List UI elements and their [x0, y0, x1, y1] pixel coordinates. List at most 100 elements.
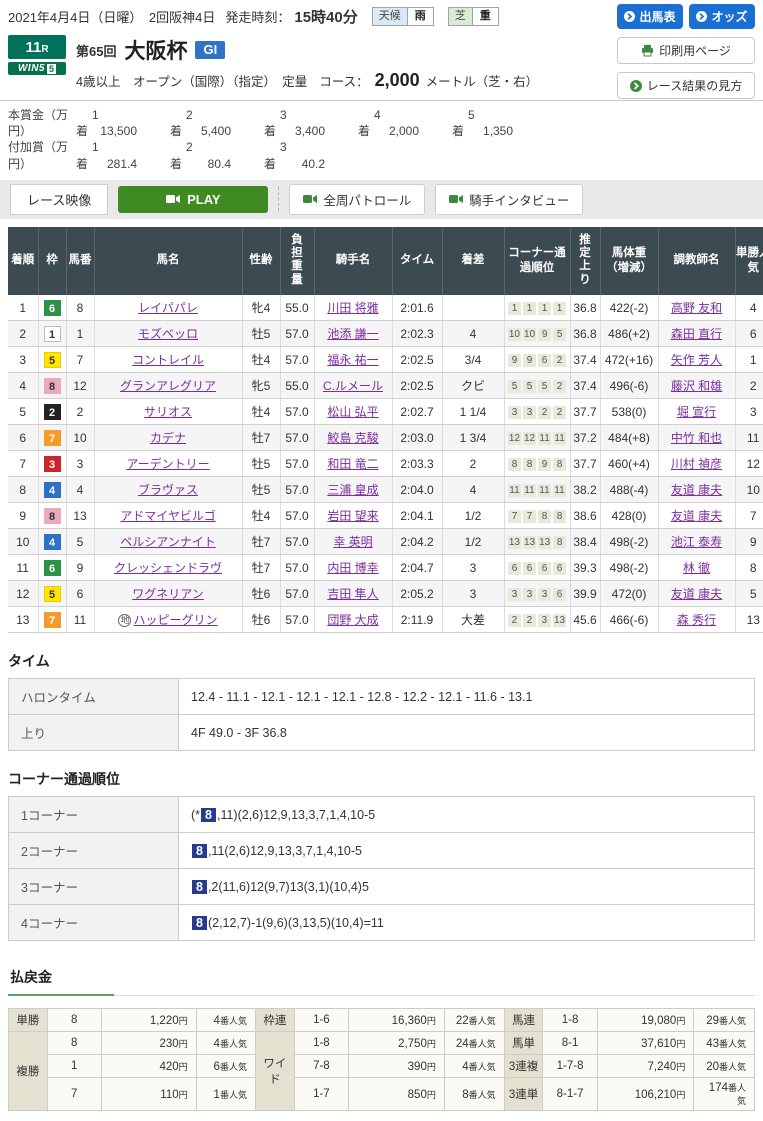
win-favorite: 7 — [735, 503, 763, 529]
yen-suffix: 円 — [427, 1090, 436, 1100]
finish-position: 6 — [8, 425, 38, 451]
trainer-link[interactable]: 友道 康夫 — [671, 509, 722, 523]
payout-type-label: 単勝 — [9, 1009, 48, 1032]
trainer-link[interactable]: 森 秀行 — [677, 613, 716, 627]
popularity-suffix: 番人気 — [469, 1039, 496, 1049]
horse-name-link[interactable]: グランアレグリア — [120, 379, 216, 393]
time-section-title: タイム — [8, 651, 755, 671]
jockey-link[interactable]: 内田 博幸 — [327, 561, 378, 575]
jockey-interview-button[interactable]: 騎手インタビュー — [435, 184, 583, 215]
horse-weight: 472(0) — [600, 581, 658, 607]
jockey-link[interactable]: 三浦 皇成 — [327, 483, 378, 497]
trainer-link[interactable]: 堀 宣行 — [677, 405, 716, 419]
trainer-link[interactable]: 川村 禎彦 — [671, 457, 722, 471]
payout-type-label: 複勝 — [9, 1032, 48, 1111]
arrow-circle-icon — [630, 80, 642, 92]
jockey-link[interactable]: C.ルメール — [323, 379, 383, 393]
win5-logo[interactable]: WIN5 5 — [8, 62, 66, 75]
jockey-link[interactable]: 岩田 望来 — [327, 509, 378, 523]
frame-cell: 8 — [38, 503, 66, 529]
payout-body: 単勝81,220円4番人気枠連1-616,360円22番人気馬連1-819,08… — [9, 1009, 755, 1111]
weather-box: 天候 雨 — [372, 7, 434, 26]
corner-positions: 1313138 — [504, 529, 570, 555]
horse-name-link[interactable]: ワグネリアン — [132, 587, 204, 601]
horse-name-link[interactable]: サリオス — [144, 405, 192, 419]
horse-name-link[interactable]: レイパパレ — [138, 301, 198, 315]
table-row: 6710カデナ牡757.0鮫島 克駿2:03.01 3/41212111137.… — [8, 425, 763, 451]
trainer-link[interactable]: 藤沢 和雄 — [671, 379, 722, 393]
frame-cell: 6 — [38, 295, 66, 321]
horse-name-cell: モズベッロ — [94, 321, 242, 347]
horse-name-link[interactable]: コントレイル — [132, 353, 204, 367]
payout-type-label: 馬連 — [504, 1009, 543, 1032]
trainer-link[interactable]: 高野 友和 — [671, 301, 722, 315]
corner-position: 2 — [553, 406, 566, 419]
corner-order-value: 8(2,12,7)-1(9,6)(3,13,5)(10,4)=11 — [179, 905, 755, 941]
finish-position: 9 — [8, 503, 38, 529]
horse-number: 6 — [66, 581, 94, 607]
horse-name-link[interactable]: クレッシェンドラヴ — [114, 561, 222, 575]
trainer-link[interactable]: 矢作 芳人 — [671, 353, 722, 367]
horse-name-link[interactable]: ブラヴァス — [138, 483, 198, 497]
last-3f: 36.8 — [570, 295, 600, 321]
trainer-link[interactable]: 森田 直行 — [671, 327, 722, 341]
horse-name-link[interactable]: アーデントリー — [126, 457, 209, 471]
jockey-link[interactable]: 松山 弘平 — [327, 405, 378, 419]
horse-name-link[interactable]: アドマイヤビルゴ — [120, 509, 215, 523]
shutsuba-button[interactable]: 出馬表 — [617, 4, 683, 29]
jockey-link[interactable]: 福永 祐一 — [327, 353, 378, 367]
trainer-link[interactable]: 中竹 和也 — [671, 431, 722, 445]
play-button[interactable]: PLAY — [118, 186, 268, 213]
win-favorite: 6 — [735, 321, 763, 347]
column-header: 推定上り — [570, 227, 600, 295]
yen-suffix: 円 — [427, 1062, 436, 1072]
payout-popularity-value: 24 — [456, 1038, 469, 1050]
trainer-link[interactable]: 池江 泰寿 — [671, 535, 722, 549]
corner-position: 3 — [508, 406, 521, 419]
jockey-link[interactable]: 川田 将雅 — [327, 301, 378, 315]
corner-position: 2 — [508, 614, 521, 627]
horse-name-cell: グランアレグリア — [94, 373, 242, 399]
trainer-link[interactable]: 林 徹 — [683, 561, 710, 575]
action-buttons: 出馬表 オッズ 印刷用ページ レース結果の見方 — [617, 4, 755, 99]
column-header: 着順 — [8, 227, 38, 295]
sex-age: 牡6 — [242, 607, 280, 633]
jockey-link[interactable]: 池添 謙一 — [327, 327, 378, 341]
payout-amount-value: 7,240 — [648, 1061, 677, 1073]
horse-weight: 498(-2) — [600, 529, 658, 555]
corner-position: 13 — [508, 536, 521, 549]
patrol-video-button[interactable]: 全周パトロール — [289, 184, 425, 215]
payout-popularity: 4番人気 — [196, 1009, 255, 1032]
corner-positions: 1111 — [504, 295, 570, 321]
prize-amount: 80.4 — [187, 156, 231, 172]
shutsuba-button-label: 出馬表 — [639, 8, 675, 25]
result-guide-label: レース結果の見方 — [647, 77, 742, 94]
trainer-link[interactable]: 友道 康夫 — [671, 483, 722, 497]
prize-item: 1着281.4 — [76, 139, 170, 171]
horse-name-link[interactable]: カデナ — [150, 431, 186, 445]
print-page-button[interactable]: 印刷用ページ — [617, 37, 755, 64]
jockey-link[interactable]: 鮫島 克駿 — [327, 431, 378, 445]
corner-positions: 7788 — [504, 503, 570, 529]
horse-name-link[interactable]: ハッピーグリン — [133, 613, 217, 627]
race-number-suffix: R — [41, 44, 48, 55]
corner-position: 5 — [538, 380, 551, 393]
jockey-link[interactable]: 吉田 隼人 — [327, 587, 378, 601]
corner-position: 11 — [538, 432, 551, 445]
horse-name-link[interactable]: ペルシアンナイト — [120, 535, 216, 549]
payout-amount: 19,080円 — [597, 1009, 694, 1032]
jockey-link[interactable]: 団野 大成 — [327, 613, 378, 627]
odds-button[interactable]: オッズ — [689, 4, 755, 29]
horse-name-link[interactable]: モズベッロ — [138, 327, 198, 341]
corner-order-row: 2コーナー8,11(2,6)12,9,13,3,7,1,4,10-5 — [9, 833, 755, 869]
jockey-link[interactable]: 和田 竜二 — [327, 457, 378, 471]
sex-age: 牡4 — [242, 503, 280, 529]
corner-position: 6 — [508, 562, 521, 575]
race-conditions: 4歳以上 オープン（国際）（指定） 定量 — [76, 71, 307, 90]
result-guide-button[interactable]: レース結果の見方 — [617, 72, 755, 99]
table-row: 733アーデントリー牡557.0和田 竜二2:03.32889837.7460(… — [8, 451, 763, 477]
trainer-link[interactable]: 友道 康夫 — [671, 587, 722, 601]
payout-row: 単勝81,220円4番人気枠連1-616,360円22番人気馬連1-819,08… — [9, 1009, 755, 1032]
winner-highlight: 8 — [192, 880, 207, 894]
jockey-link[interactable]: 幸 英明 — [333, 535, 372, 549]
